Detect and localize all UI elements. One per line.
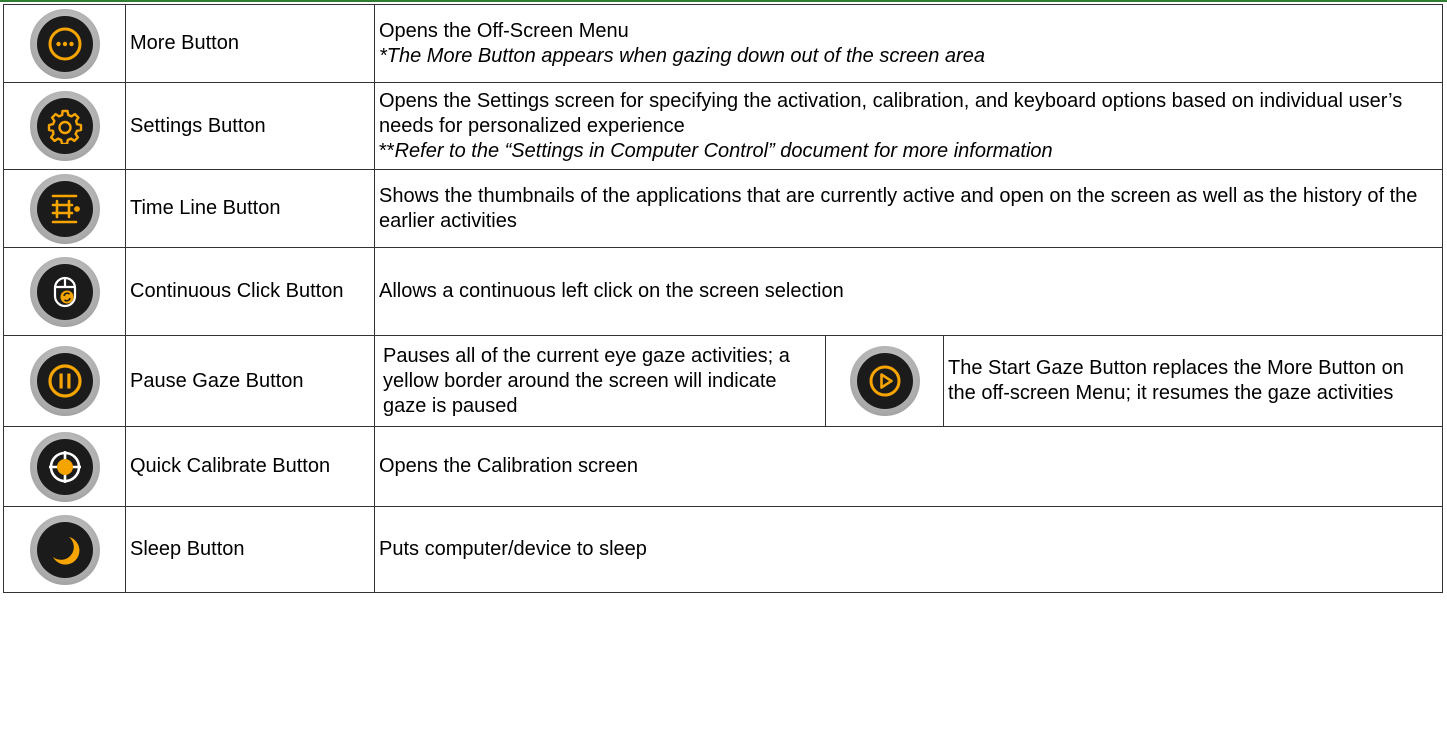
moon-icon [29,514,100,585]
extra-description: The Start Gaze Button replaces the More … [948,357,1404,404]
gear-icon [29,91,100,161]
description: Shows the thumbnails of the applications… [379,184,1418,232]
target-icon [29,431,100,502]
description: Pauses all of the current eye gaze activ… [379,336,826,426]
description: Opens the Calibration screen [379,455,639,477]
icon-cell [3,82,126,170]
button-name: More Button [125,4,375,83]
note: Refer to the “Settings in Computer Contr… [394,139,1053,162]
pause-icon [29,346,100,416]
icon-cell [3,426,126,507]
table-row: Pause Gaze Button Pauses all of the curr… [3,335,1443,427]
icon-cell [826,336,944,426]
description: Opens the Off-Screen Menu [379,19,629,42]
table-row: More Button Opens the Off-Screen Menu *T… [3,4,1443,83]
description-cell: Opens the Settings screen for specifying… [374,82,1443,170]
description: Allows a continuous left click on the sc… [379,280,844,302]
button-name: Time Line Button [125,169,375,248]
table-row: Continuous Click Button Allows a continu… [3,247,1443,336]
description-cell: Allows a continuous left click on the sc… [374,247,1443,336]
button-reference-table: More Button Opens the Off-Screen Menu *T… [3,4,1443,593]
button-name: Pause Gaze Button [125,335,375,427]
timeline-icon [29,173,100,244]
description-cell: Opens the Off-Screen Menu *The More Butt… [374,4,1443,83]
table-row: Time Line Button Shows the thumbnails of… [3,169,1443,248]
icon-cell [3,506,126,593]
table-row: Sleep Button Puts computer/device to sle… [3,506,1443,593]
icon-cell [3,247,126,336]
description-cell: Puts computer/device to sleep [374,506,1443,593]
icon-cell [3,335,126,427]
note-prefix: ** [379,139,395,162]
description-cell: Pauses all of the current eye gaze activ… [374,335,1443,427]
mouse-click-icon [29,256,100,327]
more-icon [29,8,100,79]
button-name: Sleep Button [125,506,375,593]
icon-cell [3,4,126,83]
table-row: Quick Calibrate Button Opens the Calibra… [3,426,1443,507]
description-cell: Shows the thumbnails of the applications… [374,169,1443,248]
description: Puts computer/device to sleep [379,538,647,560]
button-name: Settings Button [125,82,375,170]
note: *The More Button appears when gazing dow… [379,44,985,67]
icon-cell [3,169,126,248]
button-name: Quick Calibrate Button [125,426,375,507]
button-name: Continuous Click Button [125,247,375,336]
description: Opens the Settings screen for specifying… [379,89,1403,137]
description-cell: Opens the Calibration screen [374,426,1443,507]
play-icon [849,346,920,416]
table-row: Settings Button Opens the Settings scree… [3,82,1443,170]
top-border [0,0,1447,2]
